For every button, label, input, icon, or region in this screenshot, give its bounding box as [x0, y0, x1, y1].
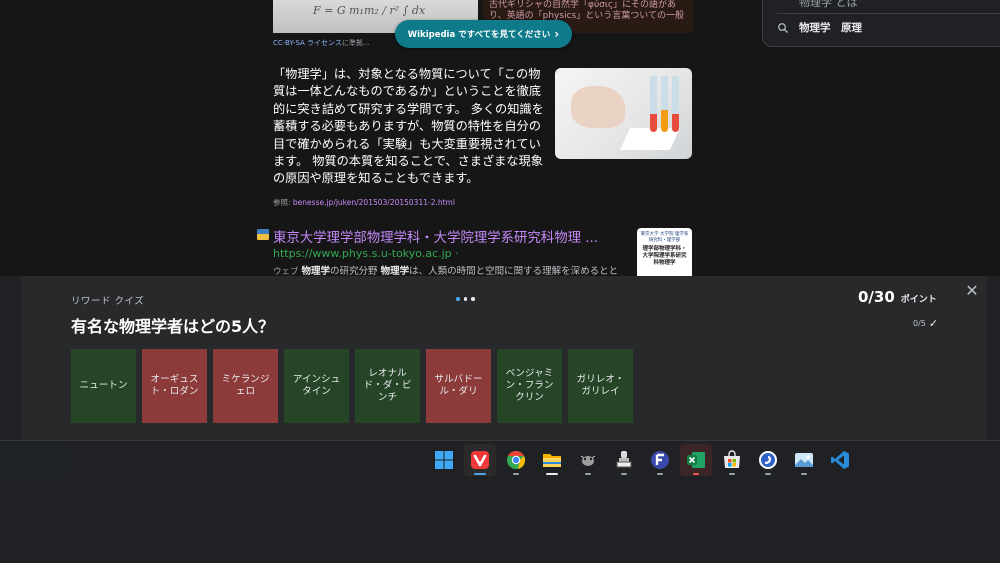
answer-option[interactable]: アインシュタイン — [284, 349, 349, 423]
chrome-icon[interactable] — [500, 444, 532, 476]
formula-graphic: F = G m₁m₂ / r² ∫ dx — [313, 4, 426, 17]
checkmark-icon: ✓ — [928, 317, 939, 330]
carousel-dots[interactable] — [456, 297, 475, 301]
related-search-item[interactable]: 物理学 原理 — [777, 20, 862, 35]
folder-logo — [543, 454, 561, 467]
result-thumbnail[interactable]: 東京大学 大学院 理学系研究科・理学部 理学部物理学科・大学院理学系研究科物理学 — [637, 228, 692, 276]
running-indicator — [513, 473, 519, 475]
running-indicator — [546, 473, 558, 475]
test-tube — [661, 76, 668, 132]
answer-option[interactable]: ガリレオ・ガリレイ — [568, 349, 633, 423]
chrome-logo — [507, 451, 526, 469]
search-icon — [778, 22, 788, 33]
carousel-dot[interactable] — [463, 297, 467, 301]
mouse-logo — [580, 455, 596, 466]
store-logo — [724, 450, 740, 468]
result-url[interactable]: https://www.phys.s.u-tokyo.ac.jp · — [273, 247, 459, 260]
answer-option[interactable]: ミケランジェロ — [213, 349, 278, 423]
test-tube — [672, 76, 679, 132]
windows-start-icon[interactable] — [428, 444, 460, 476]
chevron-right-icon: › — [554, 27, 560, 41]
taskbar — [428, 444, 856, 476]
points-unit: ポイント — [900, 295, 937, 305]
result-snippet: ウェブ 物理学の研究分野 物理学は、人類の時間と空間に関する理解を深めるとと — [273, 263, 628, 277]
license-text: CC-BY-SA ライセンスに準拠... — [273, 38, 370, 48]
paper-graphic — [619, 128, 681, 150]
photos-logo — [795, 453, 813, 467]
thumb-title: 理学部物理学科・大学院理学系研究科物理学 — [642, 246, 687, 266]
running-indicator — [729, 473, 735, 475]
vivaldi-icon[interactable] — [464, 444, 496, 476]
points-counter: 0/30 ポイント — [858, 288, 937, 306]
excel-icon[interactable] — [680, 444, 712, 476]
running-indicator — [657, 473, 663, 475]
stamp-logo — [616, 451, 632, 468]
answer-option[interactable]: ニュートン — [71, 349, 136, 423]
related-searches-panel: 物理学 とは 物理学 原理 — [762, 0, 1000, 47]
progress-count: 0/5 — [913, 319, 926, 328]
vscode-logo — [831, 451, 849, 469]
related-search-label: 物理学 原理 — [799, 22, 862, 34]
liquid — [672, 114, 679, 132]
wikipedia-button-label: Wikipedia ですべてを見てください — [407, 30, 551, 40]
active-indicator — [474, 473, 486, 475]
search-results-page: F = G m₁m₂ / r² ∫ dx 古代ギリシャの自然学「φύσις」にそ… — [0, 0, 1000, 277]
ferdi-logo — [651, 451, 669, 469]
simplenote-icon[interactable] — [752, 444, 784, 476]
rewards-quiz-panel: リワード クイズ 0/30 ポイント ✕ 有名な物理学者はどの5人？ 0/5 ✓… — [21, 276, 987, 440]
liquid — [661, 110, 668, 132]
vivaldi-logo — [471, 451, 489, 469]
ferdi-icon[interactable] — [644, 444, 676, 476]
answer-paragraph: 「物理学」は、対象となる物質について「この物質は一体どんなものであるか」というこ… — [273, 67, 544, 186]
stamp-app-icon[interactable] — [608, 444, 640, 476]
hand-graphic — [571, 86, 625, 128]
running-indicator — [693, 473, 699, 475]
result-url-suffix: · — [451, 247, 459, 260]
running-indicator — [585, 473, 591, 475]
photos-icon[interactable] — [788, 444, 820, 476]
quiz-progress: 0/5 ✓ — [913, 317, 938, 330]
reference-label: 参照: — [273, 198, 291, 207]
file-explorer-icon[interactable] — [536, 444, 568, 476]
desktop-area — [0, 441, 66, 477]
quiz-question: 有名な物理学者はどの5人？ — [71, 317, 275, 336]
divider — [777, 13, 1000, 14]
answer-options: ニュートン オーギュスト・ロダン ミケランジェロ アインシュタイン レオナルド・… — [71, 349, 633, 423]
answer-option[interactable]: ベンジャミン・フランクリン — [497, 349, 562, 423]
running-indicator — [765, 473, 771, 475]
running-indicator — [801, 473, 807, 475]
carousel-dot[interactable] — [456, 297, 460, 301]
quiz-label: リワード クイズ — [71, 296, 145, 307]
license-rest: に準拠... — [341, 39, 370, 47]
microsoft-store-icon[interactable] — [716, 444, 748, 476]
windows-logo — [435, 451, 453, 469]
close-icon[interactable]: ✕ — [964, 283, 980, 299]
reference-link[interactable]: benesse.jp/juken/201503/20150311-2.html — [293, 198, 455, 207]
license-link[interactable]: CC-BY-SA ライセンス — [273, 39, 342, 47]
wikipedia-see-all-button[interactable]: Wikipedia ですべてを見てください › — [395, 20, 572, 48]
answer-option[interactable]: オーギュスト・ロダン — [142, 349, 207, 423]
test-tube — [650, 76, 657, 132]
result-title-link[interactable]: 東京大学理学部物理学科・大学院理学系研究科物理 ... — [273, 226, 618, 246]
related-search-cut[interactable]: 物理学 とは — [799, 0, 858, 10]
simplenote-logo — [759, 451, 777, 469]
liquid — [650, 114, 657, 132]
taskbar-border — [0, 440, 1000, 441]
reference-line: 参照: benesse.jp/juken/201503/20150311-2.h… — [273, 197, 455, 208]
thumb-caption: 東京大学 大学院 理学系研究科・理学部 — [640, 232, 689, 243]
mouse-tool-icon[interactable] — [572, 444, 604, 476]
lab-photo[interactable] — [555, 68, 692, 159]
carousel-dot[interactable] — [471, 297, 475, 301]
excel-logo — [687, 452, 705, 468]
running-indicator — [621, 473, 627, 475]
points-value: 0/30 — [858, 288, 895, 306]
site-favicon-icon — [257, 229, 269, 240]
result-url-text: https://www.phys.s.u-tokyo.ac.jp — [273, 247, 452, 260]
answer-option[interactable]: サルバドール・ダリ — [426, 349, 491, 423]
vscode-icon[interactable] — [824, 444, 856, 476]
answer-option[interactable]: レオナルド・ダ・ビンチ — [355, 349, 420, 423]
